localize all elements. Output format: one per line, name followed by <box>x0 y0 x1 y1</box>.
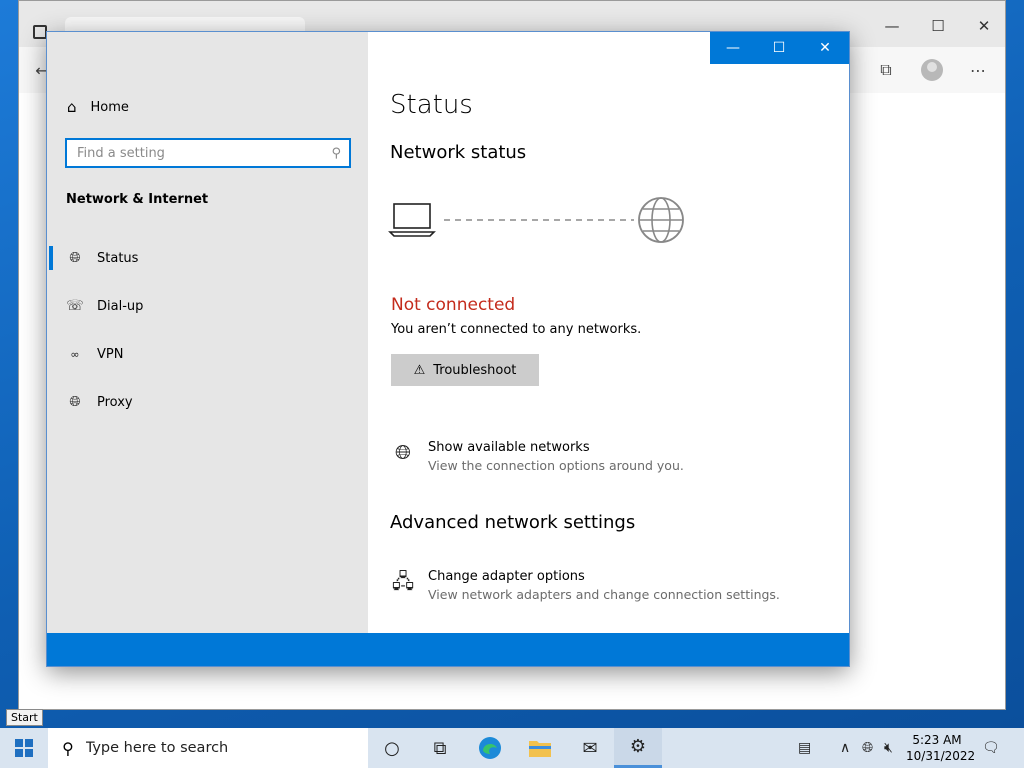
task-view-icon[interactable]: ⧉ <box>416 728 464 768</box>
dialup-icon: ☏ <box>66 298 84 314</box>
tab-actions-icon[interactable] <box>33 25 47 39</box>
edge-logo <box>479 737 501 759</box>
clock-time: 5:23 AM <box>912 733 962 747</box>
sidebar-item-label: Status <box>97 250 139 266</box>
start-button[interactable] <box>0 728 48 768</box>
show-available-networks-link[interactable]: 🌐︎ Show available networks View the conn… <box>390 440 684 473</box>
status-globe-icon: 🌐︎ <box>69 250 81 266</box>
globe-icon: 🌐︎ <box>69 394 81 410</box>
network-disconnected-icon[interactable]: 🌐︎ <box>862 728 873 768</box>
laptop-icon <box>388 203 436 237</box>
change-adapter-options-link[interactable]: 🖧︎ Change adapter options View network a… <box>390 569 780 602</box>
settings-sidebar: ⌂ Home ⚲ Network & Internet 🌐︎ Status ☏ … <box>47 32 368 633</box>
collections-icon[interactable]: ⧉ <box>871 55 901 85</box>
volume-muted-icon[interactable]: 🔇︎ <box>884 728 893 768</box>
indicator-spacer <box>49 342 53 366</box>
sidebar-item-label: VPN <box>97 346 124 362</box>
vpn-icon: ∞ <box>70 347 80 361</box>
avatar <box>921 59 943 81</box>
chevron-up-icon[interactable]: ∧ <box>840 728 850 768</box>
warning-icon: ⚠ <box>413 362 426 378</box>
link-title: Show available networks <box>428 440 590 455</box>
taskbar-search-input[interactable] <box>83 739 348 757</box>
start-tooltip: Start <box>6 709 43 726</box>
cortana-icon[interactable]: ○ <box>368 728 416 768</box>
edge-browser-icon[interactable] <box>466 728 514 768</box>
search-input[interactable] <box>75 144 332 162</box>
desktop-icon[interactable] <box>2 128 18 142</box>
news-widget-icon[interactable]: ▤ <box>798 728 811 768</box>
page-title: Status <box>390 90 473 120</box>
desktop-icon[interactable] <box>2 60 18 74</box>
search-icon: ⚲ <box>62 738 74 758</box>
sidebar-item-vpn[interactable]: ∞ VPN <box>47 334 368 374</box>
taskbar-search[interactable]: ⚲ <box>48 728 368 768</box>
connection-state: Not connected <box>391 295 516 315</box>
windows-logo-icon <box>15 739 33 757</box>
more-options-icon[interactable]: ⋯ <box>963 55 993 85</box>
sidebar-item-label: Dial-up <box>97 298 144 314</box>
settings-window: ⌂ Home ⚲ Network & Internet 🌐︎ Status ☏ … <box>47 32 849 666</box>
internet-globe-icon <box>638 197 684 243</box>
find-setting-search[interactable]: ⚲ <box>65 138 351 168</box>
browser-maximize-button[interactable]: ☐ <box>915 11 961 41</box>
sidebar-item-label: Proxy <box>97 394 133 410</box>
file-explorer-icon[interactable] <box>516 728 564 768</box>
troubleshoot-button[interactable]: ⚠ Troubleshoot <box>391 354 539 386</box>
clock-date: 10/31/2022 <box>906 749 976 763</box>
section-title: Network & Internet <box>66 192 209 207</box>
nav-home[interactable]: ⌂ Home <box>67 98 129 116</box>
settings-content: Status Network status Not connected You … <box>368 32 849 633</box>
notifications-icon[interactable]: 🗨︎ <box>982 728 1000 768</box>
network-status-heading: Network status <box>390 142 527 163</box>
link-title: Change adapter options <box>428 569 585 584</box>
mail-icon[interactable]: ✉ <box>566 728 614 768</box>
sidebar-item-dialup[interactable]: ☏ Dial-up <box>47 286 368 326</box>
window-controls: — ☐ ✕ <box>710 32 849 64</box>
minimize-button[interactable]: — <box>710 32 756 64</box>
link-description: View network adapters and change connect… <box>428 587 780 602</box>
window-bottom-bar <box>47 633 849 666</box>
network-diagram <box>388 197 684 243</box>
sidebar-item-proxy[interactable]: 🌐︎ Proxy <box>47 382 368 422</box>
connection-description: You aren’t connected to any networks. <box>391 322 642 337</box>
taskbar: ⚲ ○ ⧉ ✉ ⚙ ▤ ∧ 🌐︎ 🔇︎ 5:23 AM 10/31/2022 🗨… <box>0 728 1024 768</box>
close-button[interactable]: ✕ <box>802 32 848 64</box>
clock[interactable]: 5:23 AM 10/31/2022 <box>906 732 976 764</box>
sidebar-item-status[interactable]: 🌐︎ Status <box>47 238 368 278</box>
browser-minimize-button[interactable]: — <box>869 11 915 41</box>
home-icon: ⌂ <box>67 98 77 116</box>
indicator-spacer <box>49 390 53 414</box>
maximize-button[interactable]: ☐ <box>756 32 802 64</box>
nav-home-label: Home <box>90 99 129 115</box>
profile-avatar[interactable] <box>917 55 947 85</box>
browser-close-button[interactable]: ✕ <box>961 11 1007 41</box>
link-description: View the connection options around you. <box>428 458 684 473</box>
indicator-spacer <box>49 294 53 318</box>
folder-icon <box>529 741 551 757</box>
search-icon: ⚲ <box>331 145 341 161</box>
advanced-settings-heading: Advanced network settings <box>390 512 636 533</box>
settings-gear-icon[interactable]: ⚙ <box>614 728 662 768</box>
network-globe-icon: 🌐︎ <box>395 440 411 464</box>
active-indicator <box>49 246 53 270</box>
network-adapter-icon: 🖧︎ <box>391 569 415 593</box>
troubleshoot-label: Troubleshoot <box>433 362 517 378</box>
